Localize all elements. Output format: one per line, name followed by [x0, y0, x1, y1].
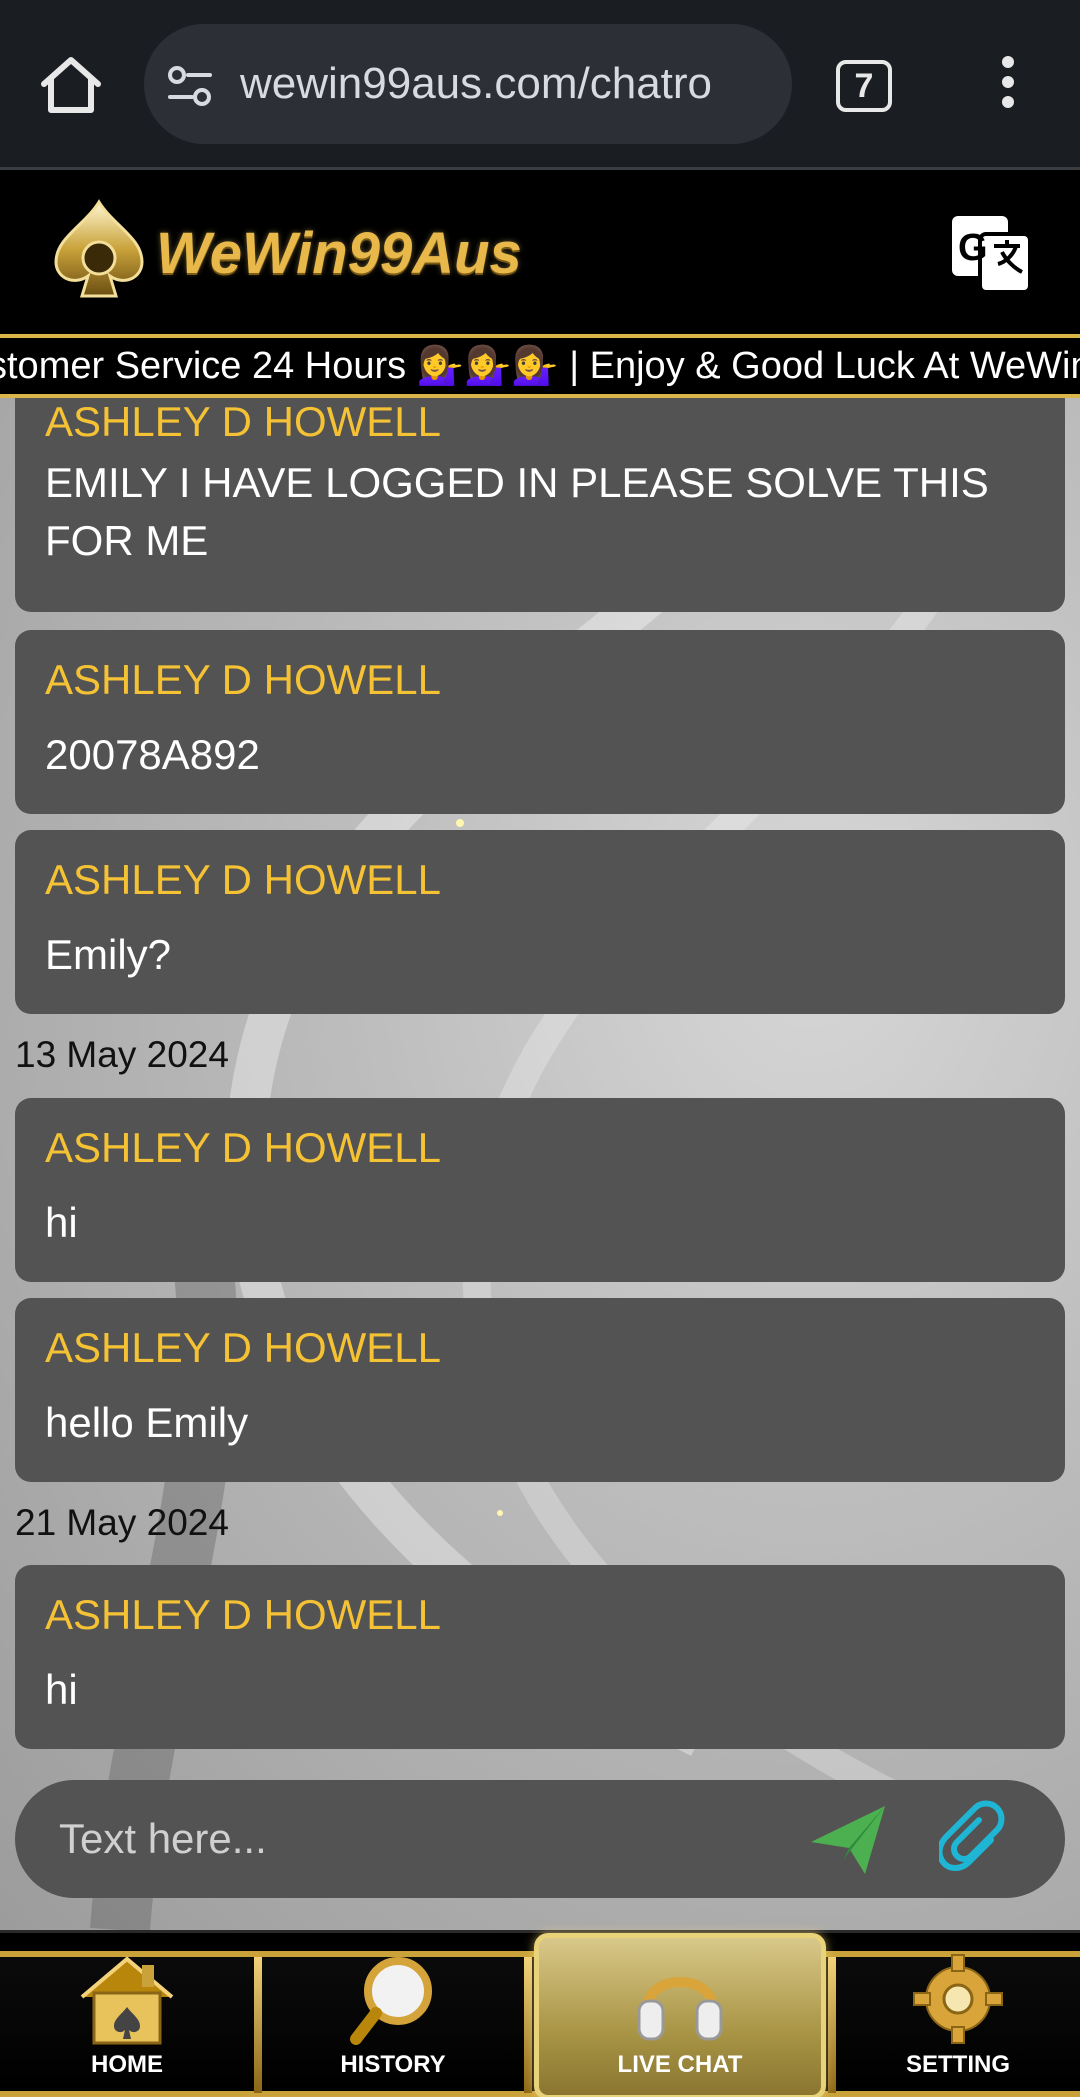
marquee-text: stomer Service 24 Hours 💁‍♀️💁‍♀️💁‍♀️ | E… [0, 345, 1080, 387]
chat-message: ASHLEY D HOWELL EMILY I HAVE LOGGED IN P… [15, 398, 1065, 612]
browser-toolbar: wewin99aus.com/chatro 7 [0, 0, 1080, 170]
message-sender: ASHLEY D HOWELL [45, 398, 442, 445]
message-text: 20078A892 [45, 731, 260, 778]
announcement-marquee: stomer Service 24 Hours 💁‍♀️💁‍♀️💁‍♀️ | E… [0, 334, 1080, 398]
gear-icon [913, 1954, 1003, 2044]
message-sender: ASHLEY D HOWELL [45, 856, 442, 903]
home-icon[interactable] [38, 52, 104, 118]
tab-switcher-button[interactable]: 7 [836, 60, 892, 112]
house-icon [80, 1956, 174, 2045]
nav-separator [828, 1957, 836, 2093]
message-sender: ASHLEY D HOWELL [45, 1591, 442, 1638]
chat-message: ASHLEY D HOWELL hi [15, 1565, 1065, 1749]
message-text: EMILY I HAVE LOGGED IN PLEASE SOLVE THIS… [45, 459, 989, 564]
message-text: hi [45, 1199, 78, 1246]
svg-text:G: G [958, 227, 988, 269]
nav-item-history[interactable]: HISTORY [262, 1941, 524, 2091]
bottom-navigation: HOME HISTORY LIVE CHAT SETTING [0, 1930, 1080, 2097]
spade-logo-icon [54, 199, 144, 298]
message-sender: ASHLEY D HOWELL [45, 1324, 442, 1371]
site-settings-icon[interactable] [166, 62, 214, 110]
attach-icon[interactable] [939, 1800, 1009, 1878]
magnifier-icon [350, 1957, 432, 2045]
nav-separator [524, 1957, 532, 2093]
site-header: WeWin99Aus G [0, 172, 1080, 334]
logo-text: WeWin99Aus [156, 221, 522, 286]
chat-message: ASHLEY D HOWELL Emily? [15, 830, 1065, 1014]
nav-item-live-chat[interactable]: LIVE CHAT [534, 1941, 826, 2091]
nav-label-live-chat: LIVE CHAT [617, 2051, 743, 2078]
url-text: wewin99aus.com/chatro [240, 59, 713, 108]
date-separator: 13 May 2024 [15, 1034, 229, 1075]
nav-item-home[interactable]: HOME [0, 1941, 254, 2091]
nav-label-home: HOME [91, 2051, 163, 2078]
chat-message: ASHLEY D HOWELL hello Emily [15, 1298, 1065, 1482]
chat-area[interactable]: ASHLEY D HOWELL EMILY I HAVE LOGGED IN P… [0, 398, 1080, 1930]
date-separator: 21 May 2024 [15, 1502, 229, 1543]
headset-icon [637, 1977, 723, 2041]
message-sender: ASHLEY D HOWELL [45, 656, 442, 703]
chat-message: ASHLEY D HOWELL 20078A892 [15, 630, 1065, 814]
nav-label-history: HISTORY [340, 2051, 446, 2078]
message-input[interactable] [59, 1780, 759, 1898]
nav-label-setting: SETTING [905, 2051, 1010, 2078]
more-menu-icon[interactable] [988, 56, 1028, 116]
message-text: hello Emily [45, 1399, 249, 1446]
address-bar[interactable]: wewin99aus.com/chatro [144, 24, 792, 144]
send-icon[interactable] [809, 1802, 889, 1878]
translate-icon[interactable]: G [950, 212, 1034, 296]
message-text: hi [45, 1666, 78, 1713]
chat-message: ASHLEY D HOWELL hi [15, 1098, 1065, 1282]
message-sender: ASHLEY D HOWELL [45, 1124, 442, 1171]
nav-item-setting[interactable]: SETTING [836, 1941, 1080, 2091]
site-logo[interactable]: WeWin99Aus [44, 196, 544, 306]
message-text: Emily? [45, 931, 172, 978]
nav-separator [254, 1957, 262, 2093]
message-composer [15, 1780, 1065, 1898]
